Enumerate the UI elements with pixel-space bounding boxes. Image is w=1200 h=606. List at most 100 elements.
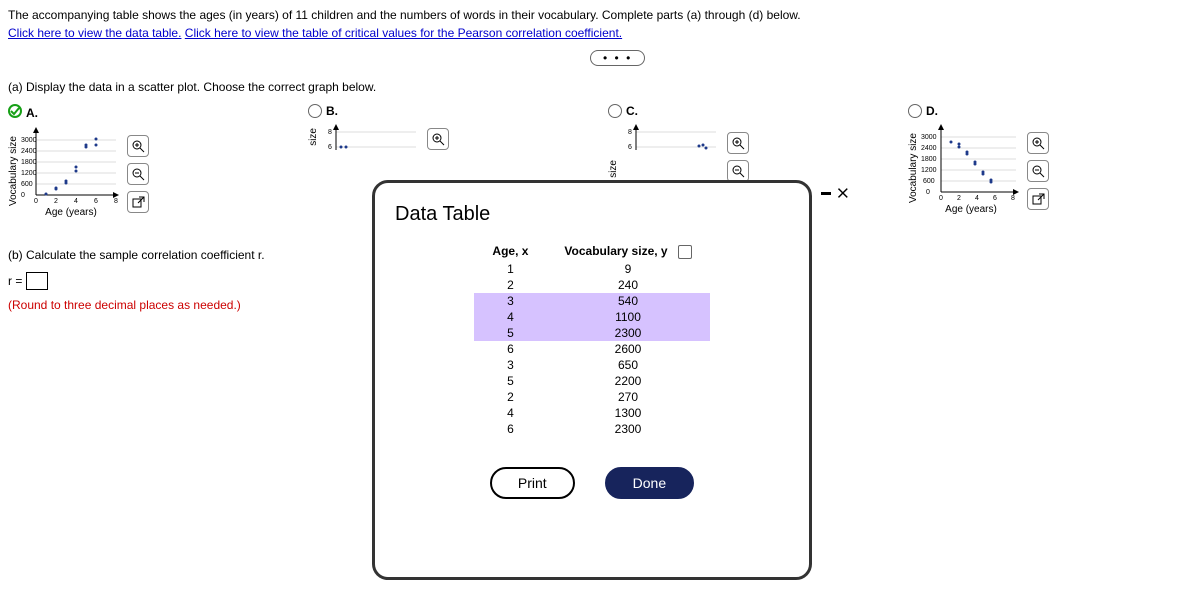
cell-age: 6 bbox=[474, 341, 546, 357]
option-a-ylabel: Vocabulary size bbox=[8, 136, 19, 206]
table-row[interactable]: 3650 bbox=[474, 357, 709, 373]
popout-a-icon[interactable] bbox=[127, 191, 149, 213]
cell-vocab: 1100 bbox=[546, 309, 709, 325]
cell-vocab: 2200 bbox=[546, 373, 709, 389]
data-table-modal: Data Table Age, x Vocabulary size, y 192… bbox=[372, 180, 812, 580]
cell-age: 5 bbox=[474, 325, 546, 341]
modal-title: Data Table bbox=[395, 203, 789, 226]
svg-text:3000: 3000 bbox=[21, 137, 37, 144]
option-d-label: D. bbox=[926, 104, 938, 118]
cell-age: 4 bbox=[474, 405, 546, 421]
cell-age: 5 bbox=[474, 373, 546, 389]
cell-vocab: 2600 bbox=[546, 341, 709, 357]
r-input[interactable] bbox=[26, 272, 48, 290]
cell-vocab: 9 bbox=[546, 261, 709, 277]
scatter-plot-a: 0 600 1200 1800 2400 3000 0 2 4 6 8 bbox=[21, 125, 121, 205]
table-row[interactable]: 52200 bbox=[474, 373, 709, 389]
cell-age: 3 bbox=[474, 357, 546, 373]
table-row[interactable]: 62600 bbox=[474, 341, 709, 357]
svg-text:0: 0 bbox=[21, 192, 25, 199]
svg-text:2400: 2400 bbox=[21, 148, 37, 155]
option-a-xlabel: Age (years) bbox=[45, 207, 97, 218]
cell-vocab: 270 bbox=[546, 389, 709, 405]
view-data-table-link[interactable]: Click here to view the data table. bbox=[8, 26, 181, 40]
popout-d-icon[interactable] bbox=[1027, 188, 1049, 210]
cell-age: 3 bbox=[474, 293, 546, 309]
view-critical-values-link[interactable]: Click here to view the table of critical… bbox=[185, 26, 622, 40]
svg-text:6: 6 bbox=[993, 195, 997, 202]
zoom-in-c-icon[interactable] bbox=[727, 132, 749, 154]
svg-text:4: 4 bbox=[74, 198, 78, 205]
svg-text:600: 600 bbox=[923, 178, 935, 185]
option-c-ylabel: size bbox=[608, 160, 619, 178]
radio-a-selected-icon[interactable] bbox=[8, 104, 22, 121]
option-d-ylabel: Vocabulary size bbox=[908, 133, 919, 203]
table-row[interactable]: 41300 bbox=[474, 405, 709, 421]
svg-text:0: 0 bbox=[939, 195, 943, 202]
col-header-age: Age, x bbox=[474, 242, 546, 261]
problem-intro: The accompanying table shows the ages (i… bbox=[8, 8, 1192, 22]
zoom-out-a-icon[interactable] bbox=[127, 163, 149, 185]
cell-vocab: 240 bbox=[546, 277, 709, 293]
table-row[interactable]: 52300 bbox=[474, 325, 709, 341]
option-c-label: C. bbox=[626, 104, 638, 118]
table-row[interactable]: 41100 bbox=[474, 309, 709, 325]
svg-text:1800: 1800 bbox=[921, 156, 937, 163]
svg-text:8: 8 bbox=[628, 129, 632, 136]
option-b-ylabel: size bbox=[308, 128, 319, 146]
cell-vocab: 650 bbox=[546, 357, 709, 373]
zoom-in-a-icon[interactable] bbox=[127, 135, 149, 157]
svg-text:2: 2 bbox=[957, 195, 961, 202]
svg-text:1200: 1200 bbox=[21, 170, 37, 177]
cell-vocab: 1300 bbox=[546, 405, 709, 421]
cell-age: 2 bbox=[474, 389, 546, 405]
zoom-out-d-icon[interactable] bbox=[1027, 160, 1049, 182]
svg-text:8: 8 bbox=[114, 198, 118, 205]
cell-age: 2 bbox=[474, 277, 546, 293]
svg-text:6: 6 bbox=[94, 198, 98, 205]
radio-c[interactable] bbox=[608, 104, 622, 118]
cell-vocab: 2300 bbox=[546, 421, 709, 437]
cell-vocab: 540 bbox=[546, 293, 709, 309]
cell-age: 1 bbox=[474, 261, 546, 277]
done-button[interactable]: Done bbox=[605, 467, 694, 499]
svg-text:2400: 2400 bbox=[921, 145, 937, 152]
svg-text:1800: 1800 bbox=[21, 159, 37, 166]
r-equals-label: r = bbox=[8, 274, 22, 288]
table-row[interactable]: 3540 bbox=[474, 293, 709, 309]
svg-text:6: 6 bbox=[328, 144, 332, 151]
svg-text:8: 8 bbox=[328, 129, 332, 136]
col-header-vocab: Vocabulary size, y bbox=[546, 242, 709, 261]
print-button[interactable]: Print bbox=[490, 467, 575, 499]
svg-text:0: 0 bbox=[926, 189, 930, 196]
svg-text:8: 8 bbox=[1011, 195, 1015, 202]
zoom-out-c-icon[interactable] bbox=[727, 160, 749, 182]
option-a-label: A. bbox=[26, 106, 38, 120]
zoom-in-b-icon[interactable] bbox=[427, 128, 449, 150]
ellipsis-pill[interactable]: • • • bbox=[590, 50, 645, 66]
option-b-label: B. bbox=[326, 104, 338, 118]
scatter-plot-b-partial: 86 bbox=[321, 122, 421, 152]
option-d-xlabel: Age (years) bbox=[945, 204, 997, 215]
svg-text:1200: 1200 bbox=[921, 167, 937, 174]
table-row[interactable]: 2240 bbox=[474, 277, 709, 293]
part-a-prompt: (a) Display the data in a scatter plot. … bbox=[8, 80, 1192, 94]
cell-age: 6 bbox=[474, 421, 546, 437]
cell-age: 4 bbox=[474, 309, 546, 325]
svg-text:600: 600 bbox=[21, 181, 33, 188]
cell-vocab: 2300 bbox=[546, 325, 709, 341]
zoom-in-d-icon[interactable] bbox=[1027, 132, 1049, 154]
copy-icon[interactable] bbox=[678, 245, 692, 259]
modal-close-icon[interactable] bbox=[821, 181, 849, 205]
svg-text:0: 0 bbox=[34, 198, 38, 205]
data-table: Age, x Vocabulary size, y 19224035404110… bbox=[474, 242, 709, 437]
radio-b[interactable] bbox=[308, 104, 322, 118]
scatter-plot-d: 06001200 180024003000 024 68 bbox=[921, 122, 1021, 202]
table-row[interactable]: 19 bbox=[474, 261, 709, 277]
table-row[interactable]: 62300 bbox=[474, 421, 709, 437]
svg-text:4: 4 bbox=[975, 195, 979, 202]
svg-text:2: 2 bbox=[54, 198, 58, 205]
table-row[interactable]: 2270 bbox=[474, 389, 709, 405]
svg-text:6: 6 bbox=[628, 144, 632, 151]
radio-d[interactable] bbox=[908, 104, 922, 118]
